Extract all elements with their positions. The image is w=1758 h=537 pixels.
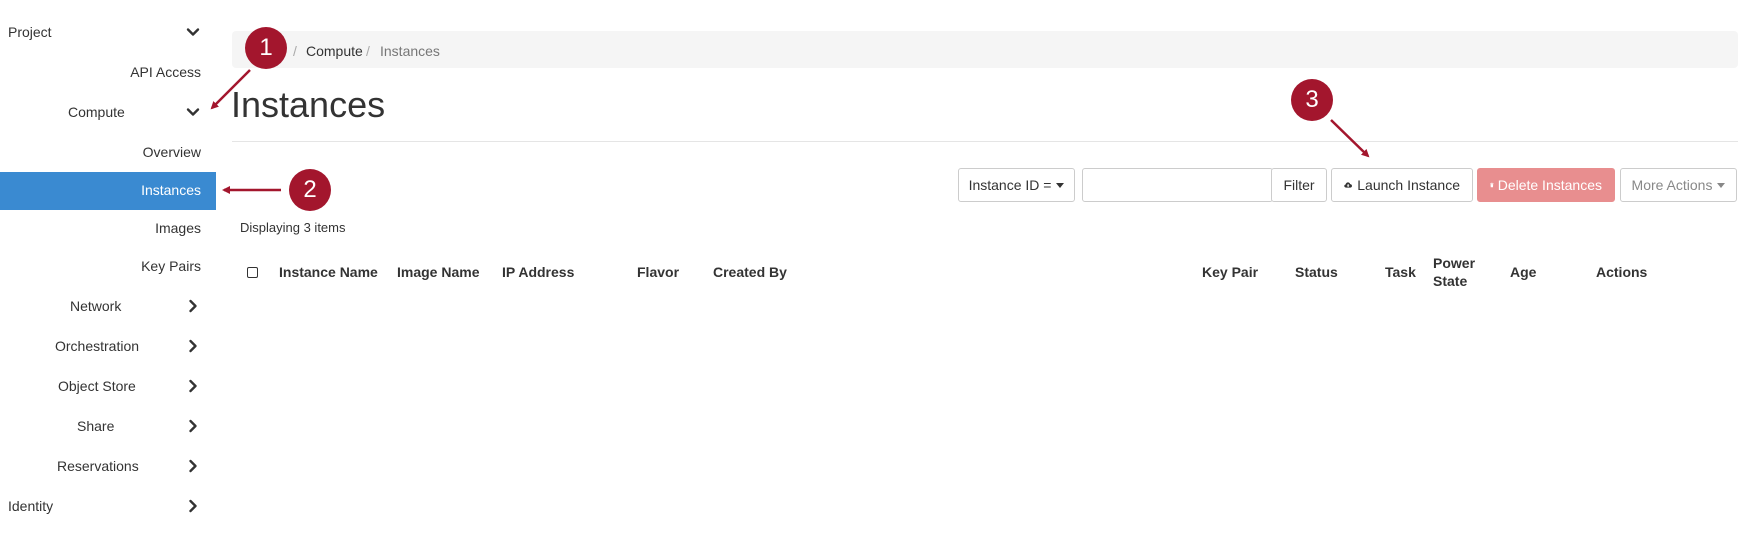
annotation-arrow-1 [210,69,251,110]
annotation-badge-2: 2 [289,169,331,211]
annotation-badge-3: 3 [1291,79,1333,121]
annotation-arrows [210,69,1370,194]
annotation-arrow-3 [1330,119,1370,158]
annotation-badge-1: 1 [245,27,287,69]
